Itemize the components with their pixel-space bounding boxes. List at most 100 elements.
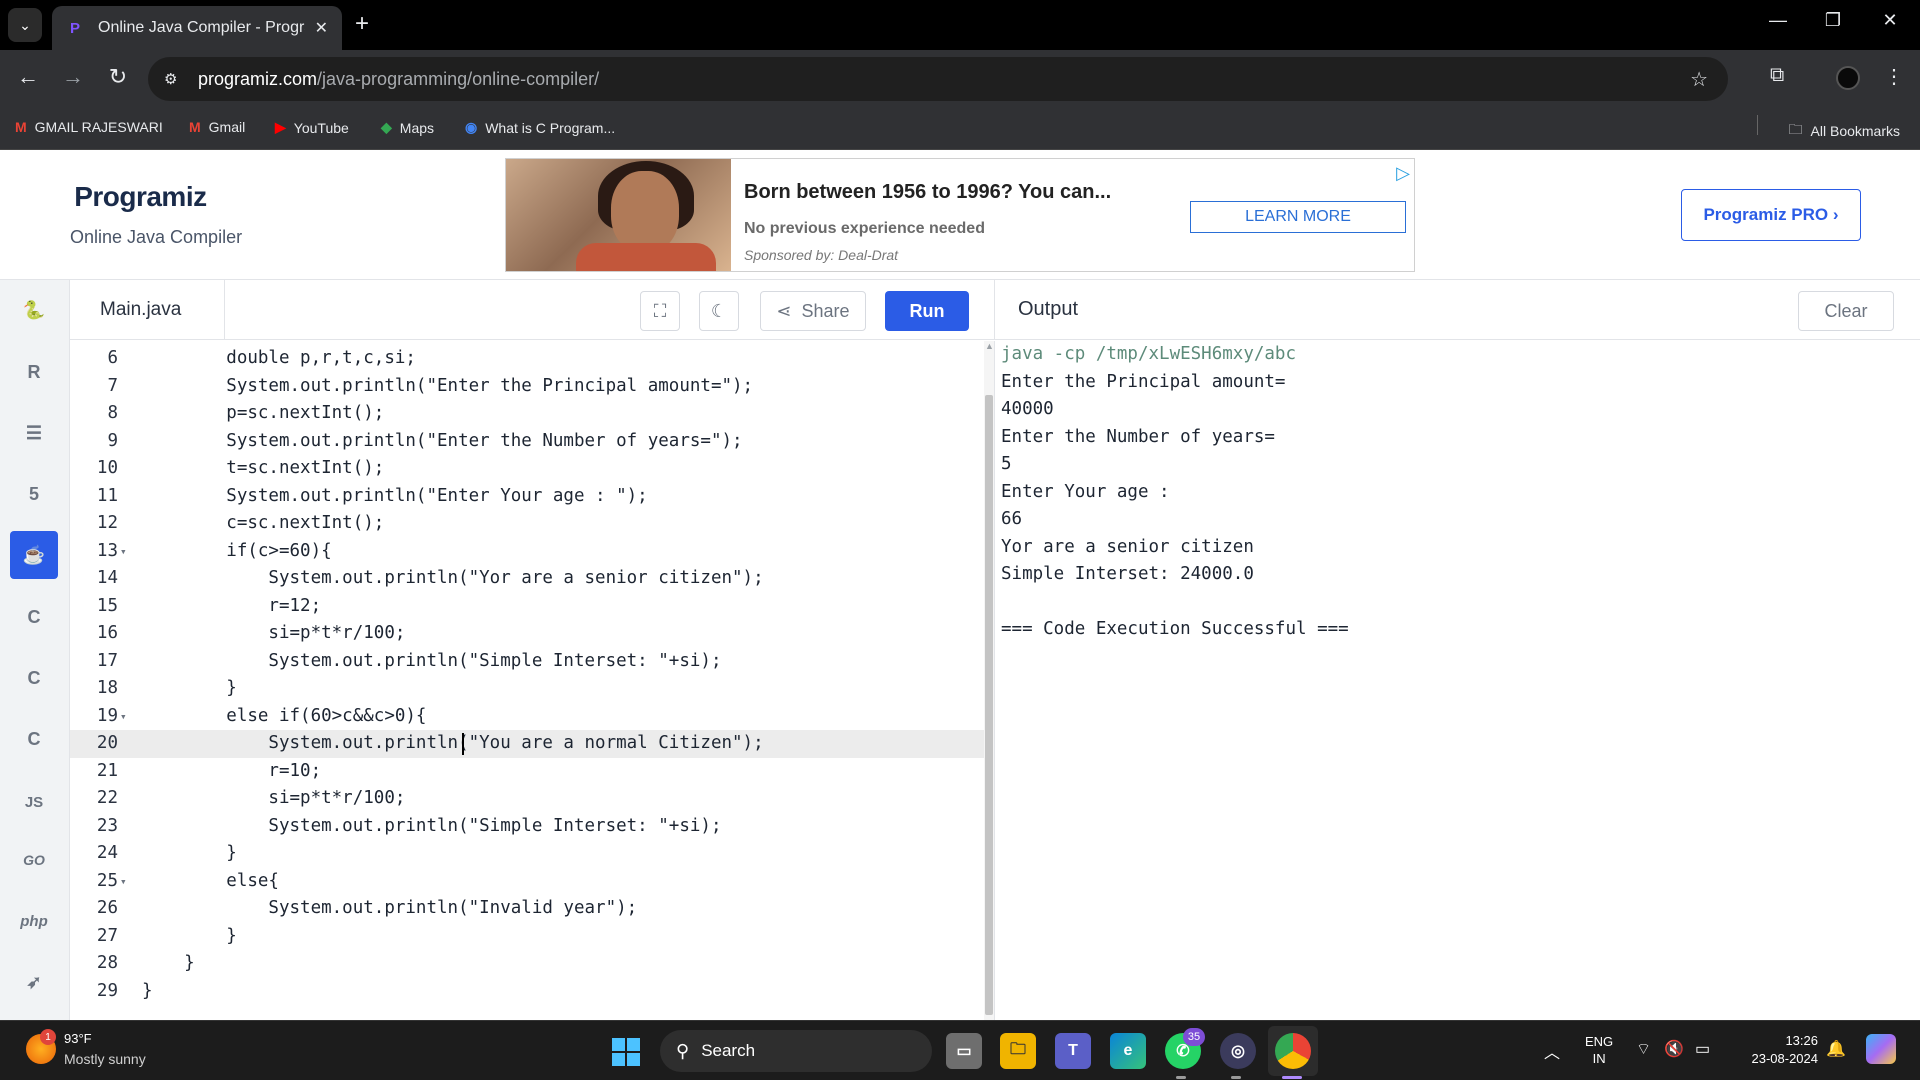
site-info-icon[interactable]: ⚙ [164, 70, 188, 88]
code-line[interactable]: 21 r=10; [70, 758, 984, 786]
code-line[interactable]: 24 } [70, 840, 984, 868]
clear-button[interactable]: Clear [1798, 291, 1894, 331]
code-line[interactable]: 25 ▾ else{ [70, 868, 984, 896]
code-line[interactable]: 8 p=sc.nextInt(); [70, 400, 984, 428]
code-editor[interactable]: 6 double p,r,t,c,si; 7 System.out.println… [70, 341, 984, 1020]
restore-icon[interactable]: ❐ [1813, 10, 1853, 31]
wifi-icon[interactable]: ⌔ [1636, 1039, 1651, 1059]
tab-search-button[interactable]: ⌄ [8, 8, 42, 42]
code-line[interactable]: 29} [70, 978, 984, 1006]
bookmark-youtube[interactable]: ▶ YouTube [275, 119, 349, 136]
code-text: } [142, 843, 237, 863]
python-icon[interactable]: 🐍 [10, 286, 58, 334]
copilot-icon[interactable] [1866, 1034, 1896, 1064]
run-button[interactable]: Run [885, 291, 969, 331]
volume-muted-icon[interactable]: 🔇 [1664, 1039, 1684, 1059]
edge-icon[interactable]: e [1110, 1033, 1146, 1069]
code-line[interactable]: 26 System.out.println("Invalid year"); [70, 895, 984, 923]
scrollbar-thumb[interactable] [985, 395, 993, 1015]
tray-overflow-icon[interactable]: ︿ [1544, 1039, 1560, 1063]
code-line[interactable]: 20 System.out.println("You are a normal … [70, 730, 984, 758]
bookmark-maps[interactable]: ◆ Maps [381, 119, 434, 136]
bookmark-what-is-c[interactable]: ◉ What is C Program... [465, 119, 615, 136]
chrome-icon[interactable] [1275, 1033, 1311, 1069]
ad-choices-icon[interactable]: ▷ [1396, 163, 1410, 184]
taskbar-search[interactable]: ⚲ Search [660, 1030, 932, 1072]
reload-icon[interactable]: ↻ [103, 64, 133, 90]
sql-icon[interactable]: ☰ [10, 409, 58, 457]
programiz-logo[interactable]: PProgramiz [72, 181, 207, 213]
share-button[interactable]: ⋖ Share [760, 291, 866, 331]
all-bookmarks-button[interactable]: 🗀 All Bookmarks [1789, 119, 1900, 143]
code-line[interactable]: 18 } [70, 675, 984, 703]
code-line[interactable]: 19 ▾ else if(60>c&&c>0){ [70, 703, 984, 731]
code-line[interactable]: 22 si=p*t*r/100; [70, 785, 984, 813]
bookmark-star-icon[interactable]: ☆ [1690, 67, 1708, 92]
code-line[interactable]: 10 t=sc.nextInt(); [70, 455, 984, 483]
ad-banner[interactable]: Born between 1956 to 1996? You can... No… [505, 158, 1415, 272]
forward-arrow-icon[interactable]: → [58, 64, 88, 90]
fullscreen-icon[interactable]: ⛶ [640, 291, 680, 331]
code-line[interactable]: 23 System.out.println("Simple Interset: … [70, 813, 984, 841]
window-close-icon[interactable]: ✕ [1870, 10, 1910, 31]
profile-avatar[interactable] [1836, 66, 1860, 90]
code-line[interactable]: 15 r=12; [70, 593, 984, 621]
system-clock[interactable]: 13:26 23-08-2024 [1738, 1032, 1819, 1068]
code-text: System.out.println("Invalid year"); [142, 898, 638, 918]
line-number: 20 [96, 733, 118, 753]
code-line[interactable]: 16 si=p*t*r/100; [70, 620, 984, 648]
address-bar[interactable]: ⚙ programiz.com/java-programming/online-… [148, 57, 1728, 101]
go-icon[interactable]: GO [10, 836, 58, 884]
line-number: 22 [96, 788, 118, 808]
dark-mode-moon-icon[interactable]: ☾ [699, 291, 739, 331]
lang-top: ENG [1585, 1034, 1614, 1049]
editor-scrollbar[interactable]: ▲ [984, 341, 994, 1020]
tab-close-icon[interactable]: ✕ [315, 18, 328, 38]
fold-arrow-icon[interactable]: ▾ [120, 703, 127, 731]
new-tab-button[interactable]: + [355, 10, 369, 38]
code-line[interactable]: 17 System.out.println("Simple Interset: … [70, 648, 984, 676]
code-line[interactable]: 12 c=sc.nextInt(); [70, 510, 984, 538]
code-line[interactable]: 11 System.out.println("Enter Your age : … [70, 483, 984, 511]
code-line[interactable]: 6 double p,r,t,c,si; [70, 345, 984, 373]
bookmark-gmail-rajeswari[interactable]: M GMAIL RAJESWARI [15, 119, 163, 135]
code-line[interactable]: 27 } [70, 923, 984, 951]
battery-icon[interactable]: ▭ [1695, 1039, 1710, 1059]
minimize-icon[interactable]: — [1758, 10, 1798, 31]
java-icon[interactable]: ☕ [10, 531, 58, 579]
bookmark-gmail[interactable]: M Gmail [189, 119, 245, 135]
file-tab[interactable]: Main.java [70, 280, 225, 340]
scroll-up-icon[interactable]: ▲ [985, 341, 994, 351]
windows-start-icon[interactable] [612, 1038, 640, 1066]
code-line[interactable]: 9 System.out.println("Enter the Number o… [70, 428, 984, 456]
learn-more-button[interactable]: LEARN MORE [1190, 201, 1406, 233]
cpp-icon[interactable]: C [10, 654, 58, 702]
line-number: 9 [107, 430, 118, 451]
fold-arrow-icon[interactable]: ▾ [120, 538, 127, 566]
fold-arrow-icon[interactable]: ▾ [120, 868, 127, 896]
php-icon[interactable]: php [10, 897, 58, 945]
swift-icon[interactable]: ➶ [10, 958, 58, 1006]
teams-icon[interactable]: T [1055, 1033, 1091, 1069]
output-line: 40000 [1001, 399, 1054, 419]
html-icon[interactable]: 5 [10, 470, 58, 518]
notification-bell-icon[interactable]: 🔔 [1826, 1039, 1846, 1059]
r-icon[interactable]: R [10, 348, 58, 396]
code-line[interactable]: 28 } [70, 950, 984, 978]
output-console[interactable]: java -cp /tmp/xLwESH6mxy/abc Enter the P… [994, 341, 1920, 1020]
task-view-icon[interactable]: ▭ [946, 1033, 982, 1069]
browser-tab[interactable]: P Online Java Compiler - Program ✕ [52, 6, 342, 50]
code-line[interactable]: 13 ▾ if(c>=60){ [70, 538, 984, 566]
tor-browser-icon[interactable]: ◎ [1220, 1033, 1256, 1069]
language-indicator[interactable]: ENG IN [1585, 1033, 1613, 1067]
menu-dots-icon[interactable]: ⋮ [1884, 64, 1904, 89]
code-line[interactable]: 7 System.out.println("Enter the Principa… [70, 373, 984, 401]
file-explorer-icon[interactable]: 🗀 [1000, 1033, 1036, 1069]
code-line[interactable]: 14 System.out.println("Yor are a senior … [70, 565, 984, 593]
c-icon[interactable]: C [10, 593, 58, 641]
back-arrow-icon[interactable]: ← [13, 64, 43, 90]
csharp-icon[interactable]: C [10, 715, 58, 763]
js-icon[interactable]: JS [10, 778, 58, 826]
programiz-pro-button[interactable]: Programiz PRO › [1681, 189, 1861, 241]
extensions-icon[interactable]: ⧉ [1770, 64, 1784, 87]
